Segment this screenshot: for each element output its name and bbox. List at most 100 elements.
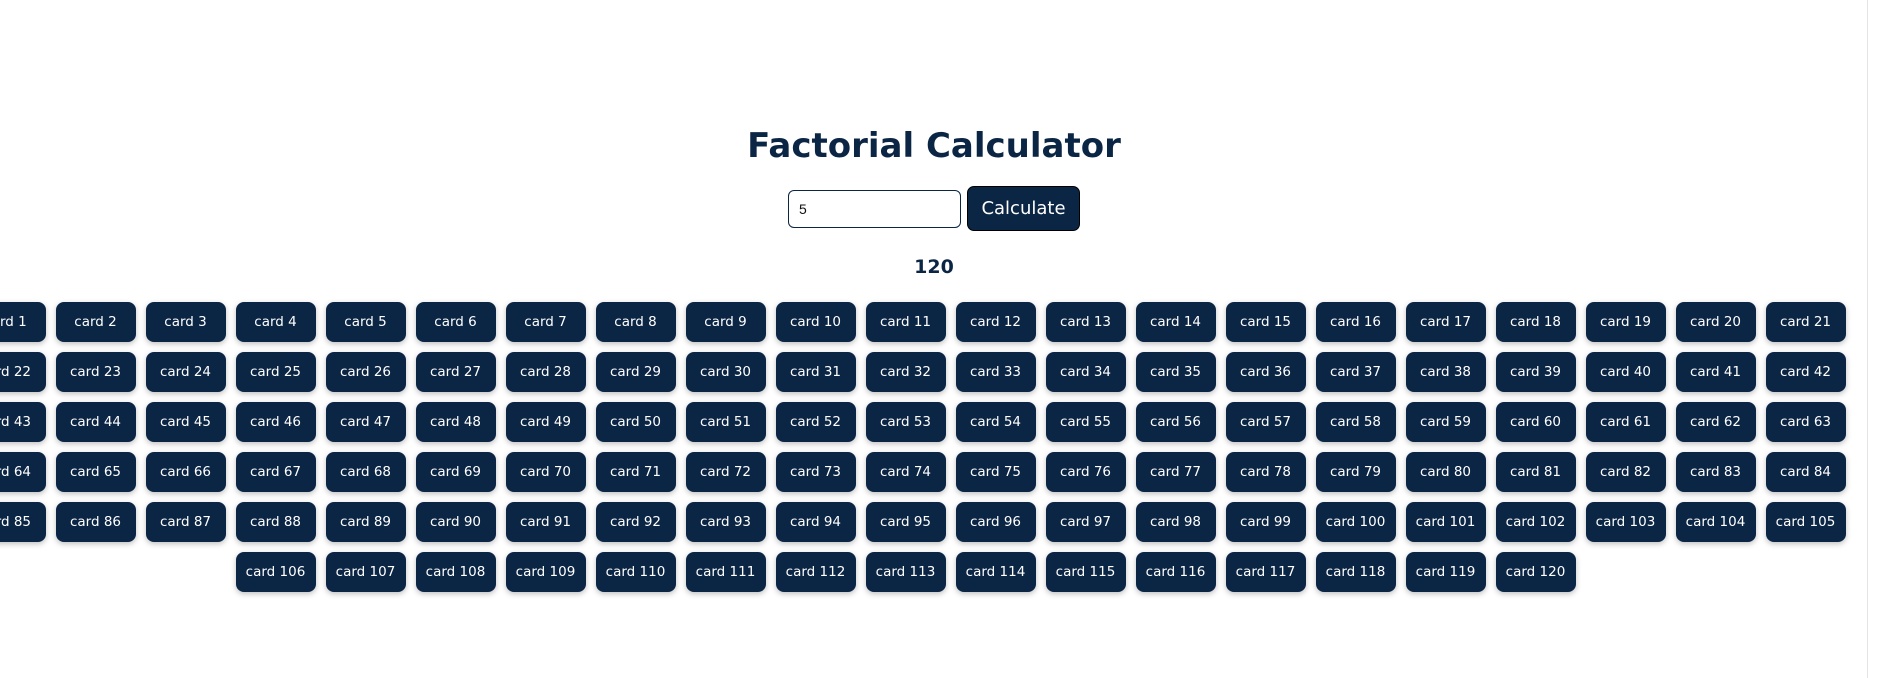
card-item[interactable]: card 118 [1315, 552, 1396, 592]
card-item[interactable]: card 1 [0, 302, 46, 342]
card-item[interactable]: card 5 [325, 302, 406, 342]
card-item[interactable]: card 11 [865, 302, 946, 342]
card-item[interactable]: card 44 [55, 402, 136, 442]
card-item[interactable]: card 78 [1225, 452, 1306, 492]
card-item[interactable]: card 76 [1045, 452, 1126, 492]
card-item[interactable]: card 74 [865, 452, 946, 492]
card-item[interactable]: card 119 [1405, 552, 1486, 592]
card-item[interactable]: card 113 [865, 552, 946, 592]
card-item[interactable]: card 43 [0, 402, 46, 442]
card-item[interactable]: card 37 [1315, 352, 1396, 392]
card-item[interactable]: card 99 [1225, 502, 1306, 542]
card-item[interactable]: card 93 [685, 502, 766, 542]
card-item[interactable]: card 109 [505, 552, 586, 592]
card-item[interactable]: card 36 [1225, 352, 1306, 392]
card-item[interactable]: card 39 [1495, 352, 1576, 392]
card-item[interactable]: card 19 [1585, 302, 1666, 342]
card-item[interactable]: card 2 [55, 302, 136, 342]
card-item[interactable]: card 114 [955, 552, 1036, 592]
card-item[interactable]: card 67 [235, 452, 316, 492]
card-item[interactable]: card 57 [1225, 402, 1306, 442]
card-item[interactable]: card 14 [1135, 302, 1216, 342]
card-item[interactable]: card 112 [775, 552, 856, 592]
card-item[interactable]: card 38 [1405, 352, 1486, 392]
card-item[interactable]: card 110 [595, 552, 676, 592]
card-item[interactable]: card 32 [865, 352, 946, 392]
card-item[interactable]: card 79 [1315, 452, 1396, 492]
card-item[interactable]: card 98 [1135, 502, 1216, 542]
card-item[interactable]: card 25 [235, 352, 316, 392]
card-item[interactable]: card 7 [505, 302, 586, 342]
card-item[interactable]: card 16 [1315, 302, 1396, 342]
card-item[interactable]: card 41 [1675, 352, 1756, 392]
card-item[interactable]: card 82 [1585, 452, 1666, 492]
card-item[interactable]: card 15 [1225, 302, 1306, 342]
card-item[interactable]: card 21 [1765, 302, 1846, 342]
card-item[interactable]: card 56 [1135, 402, 1216, 442]
card-item[interactable]: card 89 [325, 502, 406, 542]
card-item[interactable]: card 59 [1405, 402, 1486, 442]
number-input[interactable] [788, 189, 961, 228]
card-item[interactable]: card 71 [595, 452, 676, 492]
card-item[interactable]: card 90 [415, 502, 496, 542]
card-item[interactable]: card 105 [1765, 502, 1846, 542]
card-item[interactable]: card 77 [1135, 452, 1216, 492]
card-item[interactable]: card 3 [145, 302, 226, 342]
card-item[interactable]: card 81 [1495, 452, 1576, 492]
card-item[interactable]: card 111 [685, 552, 766, 592]
card-item[interactable]: card 22 [0, 352, 46, 392]
card-item[interactable]: card 72 [685, 452, 766, 492]
card-item[interactable]: card 96 [955, 502, 1036, 542]
card-item[interactable]: card 40 [1585, 352, 1666, 392]
card-item[interactable]: card 107 [325, 552, 406, 592]
card-item[interactable]: card 87 [145, 502, 226, 542]
card-item[interactable]: card 55 [1045, 402, 1126, 442]
card-item[interactable]: card 18 [1495, 302, 1576, 342]
card-item[interactable]: card 116 [1135, 552, 1216, 592]
card-item[interactable]: card 46 [235, 402, 316, 442]
card-item[interactable]: card 115 [1045, 552, 1126, 592]
card-item[interactable]: card 88 [235, 502, 316, 542]
card-item[interactable]: card 73 [775, 452, 856, 492]
card-item[interactable]: card 103 [1585, 502, 1666, 542]
card-item[interactable]: card 53 [865, 402, 946, 442]
card-item[interactable]: card 117 [1225, 552, 1306, 592]
card-item[interactable]: card 60 [1495, 402, 1576, 442]
card-item[interactable]: card 24 [145, 352, 226, 392]
card-item[interactable]: card 49 [505, 402, 586, 442]
card-item[interactable]: card 45 [145, 402, 226, 442]
card-item[interactable]: card 85 [0, 502, 46, 542]
card-item[interactable]: card 12 [955, 302, 1036, 342]
card-item[interactable]: card 48 [415, 402, 496, 442]
card-item[interactable]: card 30 [685, 352, 766, 392]
card-item[interactable]: card 84 [1765, 452, 1846, 492]
card-item[interactable]: card 86 [55, 502, 136, 542]
card-item[interactable]: card 65 [55, 452, 136, 492]
card-item[interactable]: card 28 [505, 352, 586, 392]
card-item[interactable]: card 10 [775, 302, 856, 342]
card-item[interactable]: card 101 [1405, 502, 1486, 542]
card-item[interactable]: card 27 [415, 352, 496, 392]
card-item[interactable]: card 8 [595, 302, 676, 342]
card-item[interactable]: card 106 [235, 552, 316, 592]
calculate-button[interactable]: Calculate [967, 186, 1080, 231]
card-item[interactable]: card 68 [325, 452, 406, 492]
card-item[interactable]: card 23 [55, 352, 136, 392]
card-item[interactable]: card 47 [325, 402, 406, 442]
card-item[interactable]: card 63 [1765, 402, 1846, 442]
card-item[interactable]: card 34 [1045, 352, 1126, 392]
card-item[interactable]: card 80 [1405, 452, 1486, 492]
card-item[interactable]: card 42 [1765, 352, 1846, 392]
card-item[interactable]: card 62 [1675, 402, 1756, 442]
card-item[interactable]: card 4 [235, 302, 316, 342]
card-item[interactable]: card 33 [955, 352, 1036, 392]
card-item[interactable]: card 58 [1315, 402, 1396, 442]
card-item[interactable]: card 64 [0, 452, 46, 492]
card-item[interactable]: card 75 [955, 452, 1036, 492]
card-item[interactable]: card 70 [505, 452, 586, 492]
card-item[interactable]: card 94 [775, 502, 856, 542]
card-item[interactable]: card 50 [595, 402, 676, 442]
card-item[interactable]: card 92 [595, 502, 676, 542]
card-item[interactable]: card 17 [1405, 302, 1486, 342]
card-item[interactable]: card 26 [325, 352, 406, 392]
